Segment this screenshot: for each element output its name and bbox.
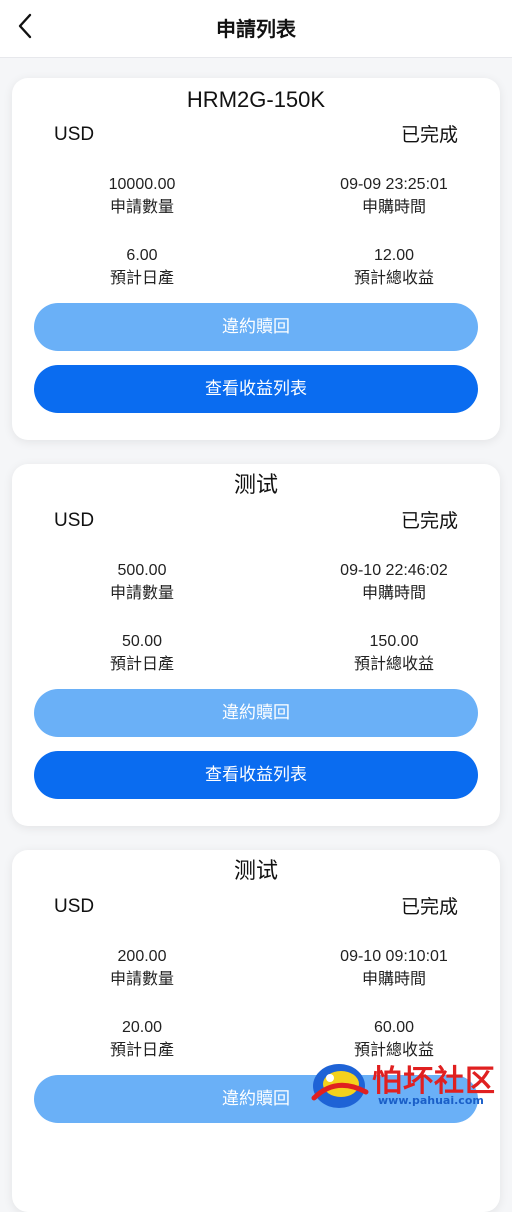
- order-name: 测试: [233, 859, 278, 884]
- amount-metric: 200.00 申請數量: [52, 946, 232, 990]
- order-status: 已完成: [400, 896, 458, 918]
- amount-value: 10000.00: [108, 176, 176, 193]
- total-yield-value: 12.00: [373, 247, 415, 264]
- amount-label: 申請數量: [109, 583, 174, 602]
- view-earnings-button[interactable]: 查看收益列表: [34, 365, 478, 413]
- redeem-button[interactable]: 違約贖回: [34, 1075, 478, 1123]
- daily-yield-value: 6.00: [126, 247, 158, 264]
- amount-label: 申請數量: [109, 197, 174, 216]
- purchase-time-value: 09-09 23:25:01: [340, 176, 448, 193]
- daily-yield-value: 20.00: [121, 1019, 163, 1036]
- order-currency: USD: [54, 510, 95, 531]
- purchase-time-label: 申購時間: [361, 197, 426, 216]
- order-name: 测试: [233, 473, 278, 498]
- purchase-time-metric: 09-10 09:10:01 申購時間: [304, 946, 484, 990]
- total-yield-label: 預計總收益: [353, 654, 434, 673]
- purchase-time-metric: 09-09 23:25:01 申購時間: [304, 174, 484, 218]
- daily-yield-metric: 20.00 預計日產: [52, 1017, 232, 1061]
- purchase-time-value: 09-10 09:10:01: [340, 948, 448, 965]
- redeem-button[interactable]: 違約贖回: [34, 303, 478, 351]
- amount-value: 500.00: [117, 562, 167, 579]
- total-yield-label: 預計總收益: [353, 1040, 434, 1059]
- purchase-time-label: 申購時間: [361, 583, 426, 602]
- daily-yield-label: 預計日產: [109, 268, 174, 287]
- view-earnings-button[interactable]: 查看收益列表: [34, 751, 478, 799]
- order-currency: USD: [54, 896, 95, 917]
- page-title: 申請列表: [216, 17, 296, 41]
- order-card: 测试 USD 已完成 500.00 申請數量 09-10 22:46:02 申購…: [12, 464, 500, 826]
- daily-yield-label: 預計日產: [109, 654, 174, 673]
- daily-yield-label: 預計日產: [109, 1040, 174, 1059]
- total-yield-metric: 150.00 預計總收益: [304, 631, 484, 675]
- daily-yield-metric: 50.00 預計日產: [52, 631, 232, 675]
- amount-metric: 500.00 申請數量: [52, 560, 232, 604]
- total-yield-metric: 12.00 預計總收益: [304, 245, 484, 289]
- total-yield-value: 150.00: [369, 633, 419, 650]
- top-bar: 申請列表: [0, 0, 512, 58]
- order-currency: USD: [54, 124, 95, 145]
- amount-value: 200.00: [117, 948, 167, 965]
- purchase-time-value: 09-10 22:46:02: [340, 562, 448, 579]
- daily-yield-metric: 6.00 預計日產: [52, 245, 232, 289]
- order-name: HRM2G-150K: [186, 87, 326, 112]
- total-yield-value: 60.00: [373, 1019, 415, 1036]
- total-yield-label: 預計總收益: [353, 268, 434, 287]
- purchase-time-label: 申購時間: [361, 969, 426, 988]
- purchase-time-metric: 09-10 22:46:02 申購時間: [304, 560, 484, 604]
- amount-label: 申請數量: [109, 969, 174, 988]
- redeem-button[interactable]: 違約贖回: [34, 689, 478, 737]
- order-status: 已完成: [400, 510, 458, 532]
- daily-yield-value: 50.00: [121, 633, 163, 650]
- order-status: 已完成: [400, 124, 458, 146]
- total-yield-metric: 60.00 預計總收益: [304, 1017, 484, 1061]
- order-card: HRM2G-150K USD 已完成 10000.00 申請數量 09-09 2…: [12, 78, 500, 440]
- order-card: 测试 USD 已完成 200.00 申請數量 09-10 09:10:01 申購…: [12, 850, 500, 1212]
- amount-metric: 10000.00 申請數量: [52, 174, 232, 218]
